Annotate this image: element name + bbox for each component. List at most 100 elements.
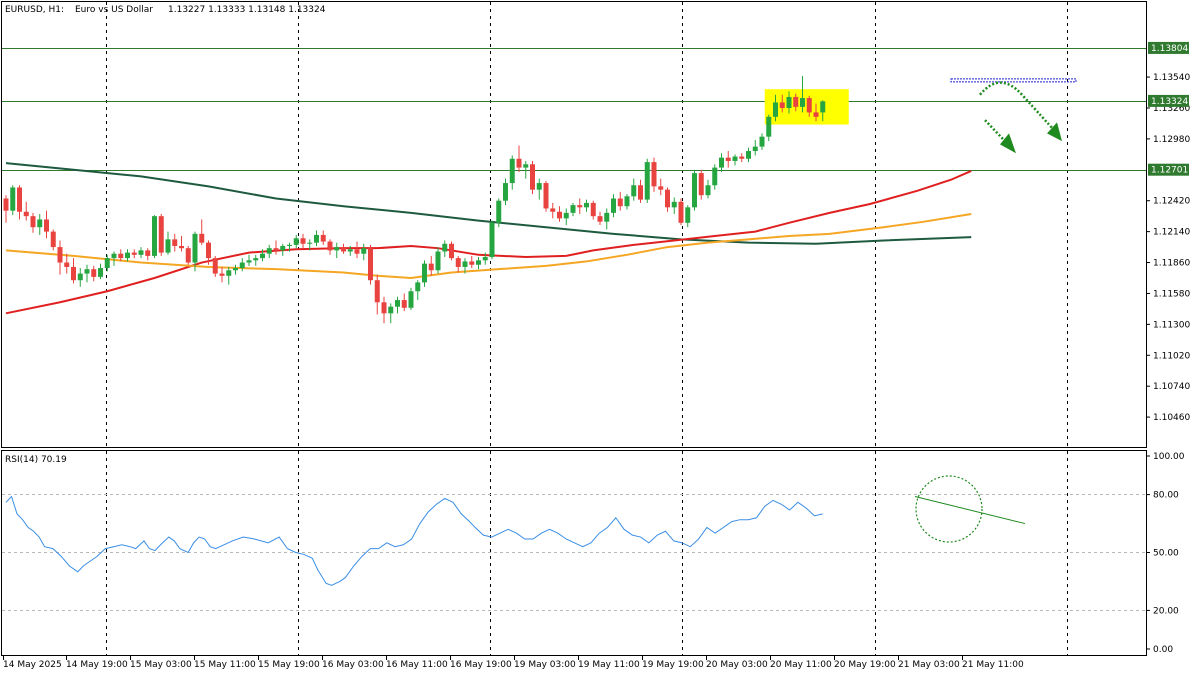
price-chart[interactable]: 1.135401.132601.129801.124201.121401.118… [0, 0, 1200, 675]
candle-body [651, 162, 657, 187]
price-tick-label: 1.10460 [1153, 413, 1190, 423]
candle-body [536, 183, 542, 190]
candle-body [766, 116, 772, 137]
candle-body [732, 156, 738, 161]
candle-body [145, 250, 151, 256]
candle-body [320, 234, 326, 242]
price-tag-label: 1.13324 [1151, 97, 1188, 107]
time-tick-label: 14 May 19:00 [66, 660, 128, 670]
candle-body [624, 196, 630, 207]
candle-body [509, 158, 515, 184]
candle-body [91, 269, 97, 277]
time-tick-label: 15 May 11:00 [194, 660, 256, 670]
price-tick-label: 1.13540 [1153, 73, 1190, 83]
price-tick-label: 1.11580 [1153, 289, 1190, 299]
candle-body [293, 238, 299, 245]
candle-body [449, 243, 454, 259]
candle-body [631, 185, 637, 197]
candle-body [455, 258, 461, 267]
candle-body [469, 261, 475, 265]
candle-body [611, 198, 616, 213]
candle-body [577, 205, 583, 208]
candle-body [84, 269, 90, 274]
rsi-tick-label: 0.00 [1153, 645, 1173, 655]
price-tick-label: 1.11300 [1153, 320, 1190, 330]
candle-body [44, 219, 49, 232]
candle-body [98, 268, 103, 277]
candle-body [111, 253, 117, 259]
price-tag-label: 1.13804 [1151, 44, 1188, 54]
candle-body [131, 252, 137, 255]
candle-body [725, 157, 731, 161]
candle-body [415, 282, 421, 292]
time-tick-label: 20 May 03:00 [706, 660, 768, 670]
candle-body [813, 112, 819, 117]
time-tick-label: 19 May 19:00 [642, 660, 704, 670]
time-tick-label: 16 May 11:00 [386, 660, 448, 670]
candle-body [253, 258, 259, 261]
candle-body [179, 245, 184, 249]
candle-body [779, 102, 785, 108]
candle-body [793, 96, 799, 107]
candle-body [773, 102, 778, 117]
candle-body [334, 247, 340, 251]
candle-body [219, 273, 225, 276]
candle-body [374, 280, 380, 303]
candle-body [563, 212, 569, 219]
candle-body [246, 260, 252, 263]
candle-body [476, 260, 481, 265]
candle-body [307, 242, 313, 244]
candle-body [442, 243, 448, 252]
candle-body [368, 248, 373, 281]
candle-body [638, 185, 643, 200]
candle-body [719, 157, 724, 168]
candle-body [381, 302, 387, 314]
candle-body [786, 96, 792, 108]
candle-body [388, 306, 394, 314]
candle-body [698, 173, 704, 196]
candle-body [604, 212, 610, 222]
symbol-description: Euro vs US Dollar [75, 5, 153, 15]
candle-body [192, 233, 198, 263]
rsi-tick-label: 50.00 [1153, 549, 1179, 559]
candle-body [543, 183, 549, 209]
candle-body [644, 162, 650, 200]
candle-body [3, 198, 9, 211]
candle-body [428, 263, 434, 271]
candle-body [523, 164, 529, 168]
candle-body [435, 251, 441, 271]
candle-body [347, 249, 353, 252]
time-tick-label: 21 May 11:00 [962, 660, 1024, 670]
candle-body [341, 247, 346, 252]
candle-body [685, 207, 691, 223]
candle-body [665, 189, 670, 208]
price-tick-label: 1.11020 [1153, 351, 1190, 361]
candle-body [17, 187, 22, 212]
rsi-label: RSI(14) 70.19 [5, 455, 67, 465]
candle-body [590, 202, 596, 217]
candle-body [462, 261, 468, 267]
candle-body [759, 136, 765, 147]
candle-body [260, 253, 265, 259]
candle-body [37, 219, 43, 228]
candle-body [266, 248, 272, 254]
candle-body [584, 202, 589, 208]
candle-body [233, 268, 238, 271]
price-tag-label: 1.12701 [1151, 166, 1188, 176]
candle-body [239, 262, 245, 269]
candle-body [300, 238, 306, 244]
candle-body [64, 262, 70, 267]
candle-body [617, 198, 623, 207]
time-tick-label: 14 May 2025 [3, 660, 62, 670]
rsi-tick-label: 80.00 [1153, 491, 1179, 501]
candle-body [138, 250, 144, 255]
candle-body [104, 258, 110, 269]
rsi-tick-label: 20.00 [1153, 606, 1179, 616]
candle-body [550, 208, 556, 212]
price-tick-label: 1.12420 [1153, 197, 1190, 207]
candle-body [185, 248, 191, 263]
candle-body [692, 173, 697, 208]
candle-body [422, 263, 427, 283]
candle-body [496, 200, 502, 223]
candle-body [806, 98, 812, 113]
